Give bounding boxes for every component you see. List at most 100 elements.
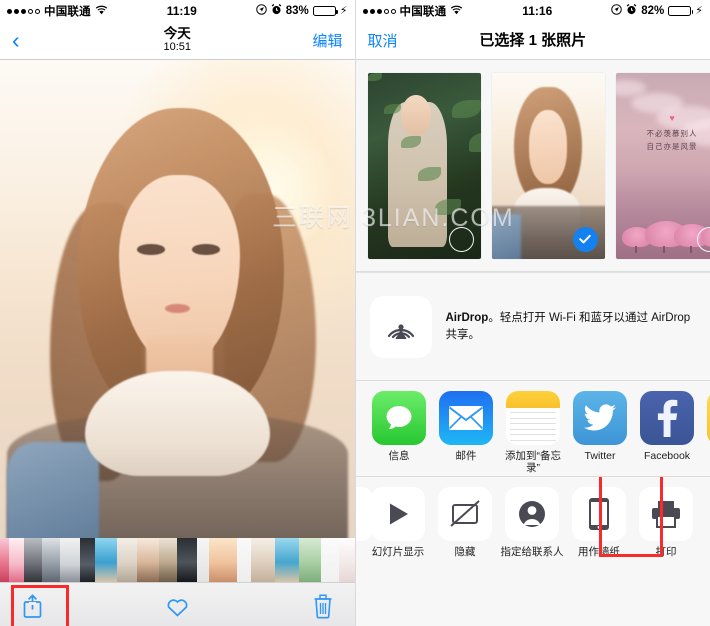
selected-check-icon[interactable] xyxy=(572,226,598,252)
action-contact-person[interactable]: 指定给联系人 xyxy=(499,487,566,558)
status-bar-clock: 11:19 xyxy=(166,4,197,18)
location-arrow-icon xyxy=(611,4,623,18)
airdrop-icon xyxy=(369,295,432,358)
status-bar-left: 中国联通 xyxy=(362,3,464,19)
share-actions-row[interactable]: 复制幻灯片显示 隐藏 指定给联系人 用作墙纸 打印 xyxy=(355,477,710,572)
action-hide-slash[interactable]: 隐藏 xyxy=(432,487,499,558)
photo-thumb-2[interactable] xyxy=(491,72,605,259)
share-app-twitter[interactable]: Twitter xyxy=(567,391,634,462)
hide-slash-icon xyxy=(438,487,492,541)
tree-trunk xyxy=(635,245,638,253)
favorite-heart-icon[interactable] xyxy=(165,595,190,618)
main-photo-view[interactable] xyxy=(0,60,355,538)
photo-filmstrip[interactable] xyxy=(0,538,355,582)
share-icon[interactable] xyxy=(22,593,43,619)
filmstrip-thumb[interactable] xyxy=(321,538,339,582)
action-copy[interactable]: 复制 xyxy=(355,487,373,558)
right-status-bar: 中国联通 11:16 82% ⚡ xyxy=(355,0,710,22)
action-slideshow-play[interactable]: 幻灯片显示 xyxy=(365,487,432,558)
photo-eye-right xyxy=(191,244,221,255)
screenshot-stage: 中国联通 11:19 83% ⚡ ‹ 今天 10:51 编辑 中国联通 11:1… xyxy=(0,0,710,626)
messages-icon xyxy=(372,391,426,445)
airdrop-row[interactable]: AirDrop。轻点打开 Wi-Fi 和蓝牙以通过 AirDrop 共享。 xyxy=(355,272,710,380)
action-printer[interactable]: 打印 xyxy=(633,487,700,558)
trash-icon[interactable] xyxy=(313,593,333,619)
filmstrip-thumb[interactable] xyxy=(209,538,237,582)
filmstrip-thumb[interactable] xyxy=(275,538,299,582)
share-app-label: 信息 xyxy=(388,450,410,462)
filmstrip-thumb[interactable] xyxy=(42,538,60,582)
filmstrip-thumb[interactable] xyxy=(0,538,9,582)
action-label: 隐藏 xyxy=(454,546,476,558)
share-app-facebook[interactable]: Facebook xyxy=(634,391,701,462)
notes-rule-line xyxy=(510,412,556,413)
filmstrip-thumb[interactable] xyxy=(339,538,355,582)
action-wallpaper-phone[interactable]: 用作墙纸 xyxy=(566,487,633,558)
twitter-icon xyxy=(573,391,627,445)
alarm-clock-icon xyxy=(271,3,282,18)
location-arrow-icon xyxy=(255,4,267,18)
filmstrip-thumb[interactable] xyxy=(117,538,137,582)
notes-rule-line xyxy=(510,428,556,430)
filmstrip-thumb[interactable] xyxy=(299,538,321,582)
edit-button[interactable]: 编辑 xyxy=(312,30,342,51)
photo-scarf xyxy=(85,370,270,476)
wallpaper-phone-icon xyxy=(572,487,626,541)
caption-line-2: 自己亦是风景 xyxy=(646,142,698,152)
filmstrip-thumb[interactable] xyxy=(60,538,80,582)
slideshow-play-icon xyxy=(371,487,425,541)
filmstrip-thumb[interactable] xyxy=(9,538,24,582)
foliage-shape xyxy=(452,100,481,119)
facebook-icon xyxy=(640,391,694,445)
contact-person-icon xyxy=(505,487,559,541)
photo-denim xyxy=(7,442,100,538)
share-app-messages[interactable]: 信息 xyxy=(366,391,433,462)
notes-rule-line xyxy=(510,434,556,435)
page-subtitle-time: 10:51 xyxy=(163,40,192,53)
airdrop-title: AirDrop xyxy=(445,311,489,324)
carrier-label: 中国联通 xyxy=(44,6,91,18)
airdrop-description: AirDrop。轻点打开 Wi-Fi 和蓝牙以通过 AirDrop 共享。 xyxy=(446,310,697,343)
share-app-mail[interactable]: 邮件 xyxy=(433,391,500,462)
notes-rule-line xyxy=(510,417,556,419)
share-app-more-apps[interactable] xyxy=(701,391,710,450)
cancel-button[interactable]: 取消 xyxy=(368,30,398,51)
filmstrip-thumb[interactable] xyxy=(95,538,117,582)
filmstrip-thumb[interactable] xyxy=(251,538,275,582)
share-app-label: Twitter xyxy=(584,450,616,462)
filmstrip-thumb[interactable] xyxy=(197,538,209,582)
filmstrip-thumb[interactable] xyxy=(159,538,177,582)
notes-icon xyxy=(506,391,560,445)
share-app-label: Facebook xyxy=(643,450,691,462)
lightning-bolt-icon: ⚡ xyxy=(339,4,348,17)
portrait-f-face xyxy=(528,109,568,185)
battery-icon xyxy=(312,5,338,17)
filmstrip-thumb[interactable] xyxy=(137,538,159,582)
filmstrip-thumb[interactable] xyxy=(237,538,251,582)
selected-photos-row[interactable]: ♥ 不必羡慕别人 自己亦是风景 xyxy=(355,60,710,271)
foliage-shape xyxy=(367,72,382,81)
share-app-notes[interactable]: 添加到“备忘录” xyxy=(500,391,567,474)
notes-header-band xyxy=(506,391,560,408)
wifi-icon xyxy=(95,5,108,18)
carrier-label: 中国联通 xyxy=(399,6,447,18)
filmstrip-thumb[interactable] xyxy=(80,538,95,582)
share-sheet-title: 已选择 1 张照片 xyxy=(479,31,587,49)
filmstrip-thumb[interactable] xyxy=(24,538,42,582)
back-chevron-icon[interactable]: ‹ xyxy=(12,29,20,52)
foliage-shape xyxy=(469,132,481,153)
lightning-bolt-icon: ⚡ xyxy=(695,4,703,17)
notes-rule-line xyxy=(510,439,556,441)
photo-thumb-1[interactable] xyxy=(367,72,481,259)
heart-icon: ♥ xyxy=(669,113,675,124)
photo-thumb-3[interactable]: ♥ 不必羡慕别人 自己亦是风景 xyxy=(615,72,710,259)
share-app-label: 邮件 xyxy=(455,450,477,462)
unselected-circle-icon[interactable] xyxy=(448,226,474,252)
right-phone-screen: 中国联通 11:16 82% ⚡ 取消 已选择 1 张照片 ♥ 不必羡慕别人 自… xyxy=(355,0,710,626)
share-apps-row[interactable]: 信息 邮件 添加到“备忘录” Twitter Facebook xyxy=(355,381,710,476)
wifi-icon xyxy=(450,5,463,18)
battery-percent-label: 82% xyxy=(641,5,665,17)
nav-title-group: 已选择 1 张照片 xyxy=(356,31,710,49)
foliage-shape xyxy=(435,198,462,215)
filmstrip-thumb[interactable] xyxy=(177,538,197,582)
